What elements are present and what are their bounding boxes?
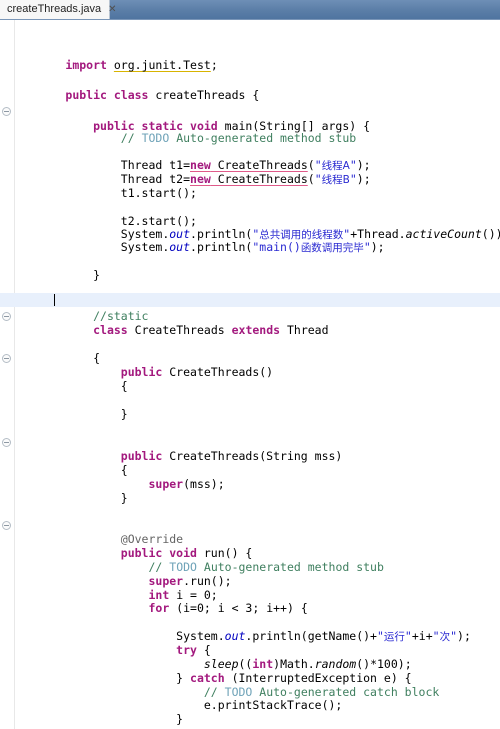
code-line-sleep: sleep((int)Math.random()*100);	[203, 657, 412, 671]
code-editor-area[interactable]: import org.junit.Test; public class crea…	[0, 20, 500, 729]
code-line-string-ctor: public CreateThreads(String mss)	[120, 449, 343, 463]
code-line-try: try {	[176, 643, 211, 657]
code-line-t1-start: t1.start();	[120, 186, 197, 200]
code-line-inner-class-decl: class CreateThreads extends Thread	[93, 323, 329, 337]
tab-label: createThreads.java	[7, 3, 102, 15]
code-line-t2-start: t2.start();	[120, 214, 197, 228]
code-line-run-todo: // TODO Auto-generated method stub	[148, 560, 384, 574]
code-line-catch: } catch (InterruptedException e) {	[176, 671, 412, 685]
code-line-super-call: super(mss);	[148, 477, 225, 491]
editor-tab-bar: createThreads.java ✕	[0, 0, 500, 20]
code-line-string-ctor-open: {	[120, 463, 128, 477]
code-line-int-i: int i = 0;	[148, 588, 218, 602]
tab-createthreads-java[interactable]: createThreads.java ✕	[0, 0, 117, 19]
code-line-class-decl: public class createThreads {	[65, 88, 260, 102]
code-line-todo-method-stub: // TODO Auto-generated method stub	[120, 131, 357, 145]
code-line-for-loop: for (i=0; i < 3; i++) {	[148, 601, 308, 615]
code-line-thread-t2: Thread t2=new CreateThreads("线程B");	[120, 172, 371, 186]
code-line-print-total-threads: System.out.println("总共调用的线程数"+Thread.act…	[120, 227, 500, 241]
code-line-main-close-brace: }	[93, 268, 101, 282]
code-line-print-main-done: System.out.println("main()函数调用完毕");	[120, 240, 385, 254]
code-line-default-ctor-open: {	[120, 379, 128, 393]
code-line-catch-close: }	[176, 712, 184, 726]
code-line-default-ctor-close: }	[120, 407, 128, 421]
code-line-default-ctor: public CreateThreads()	[120, 365, 274, 379]
code-line-inner-class-open: {	[93, 351, 101, 365]
eclipse-editor-window: createThreads.java ✕ import org.junit.Te…	[0, 0, 500, 729]
code-line-import: import org.junit.Test;	[65, 58, 218, 72]
code-line-super-run: super.run();	[148, 574, 232, 588]
code-line-string-ctor-close: }	[120, 491, 128, 505]
code-line-run-signature: public void run() {	[120, 546, 253, 560]
code-line-thread-t1: Thread t1=new CreateThreads("线程A");	[120, 158, 371, 172]
code-line-commented-static: //static	[0, 295, 500, 323]
code-content[interactable]: import org.junit.Test; public class crea…	[0, 20, 500, 729]
close-icon[interactable]: ✕	[108, 0, 116, 19]
code-line-override-annotation: @Override	[120, 532, 184, 546]
code-line-catch-todo: // TODO Auto-generated catch block	[203, 685, 440, 699]
code-line-print-running: System.out.println(getName()+"运行"+i+"次")…	[176, 629, 471, 643]
code-line-printstacktrace: e.printStackTrace();	[203, 698, 343, 712]
